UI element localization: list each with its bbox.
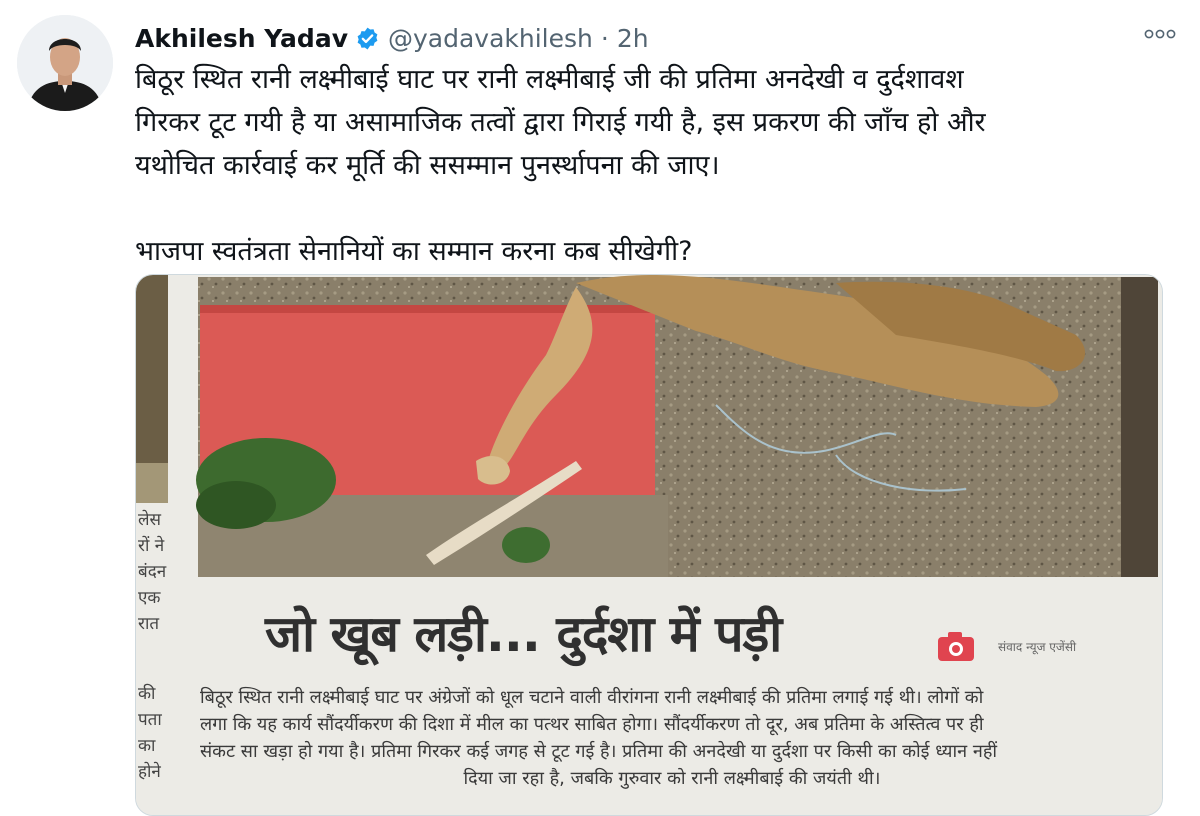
clipping-article: बिठूर स्थित रानी लक्ष्मीबाई घाट पर अंग्र… — [200, 684, 1144, 792]
author-name[interactable]: Akhilesh Yadav — [135, 24, 348, 53]
verified-badge-icon — [355, 26, 380, 51]
side-column-text: की — [138, 684, 156, 704]
article-line: दिया जा रहा है, जबकि गुरुवार को रानी लक्… — [463, 768, 881, 789]
side-column-text: पता — [138, 710, 162, 730]
avatar[interactable] — [17, 15, 113, 111]
side-column-text: एक — [138, 588, 161, 608]
article-line: संकट सा खड़ा हो गया है। प्रतिमा गिरकर कई… — [200, 741, 998, 762]
author-handle[interactable]: @yadavakhilesh — [388, 24, 593, 53]
side-column-text: रात — [138, 614, 160, 634]
side-column-text: बंदन — [138, 562, 167, 582]
separator-dot: · — [600, 23, 609, 53]
side-column-text: का — [138, 736, 156, 756]
clipping-credit: संवाद न्यूज एजेंसी — [998, 640, 1077, 654]
side-column-text: होने — [138, 762, 161, 782]
tweet-timestamp[interactable]: 2h — [617, 24, 649, 53]
tweet-text: बिठूर स्थित रानी लक्ष्मीबाई घाट पर रानी … — [135, 64, 986, 267]
article-line: बिठूर स्थित रानी लक्ष्मीबाई घाट पर अंग्र… — [200, 687, 984, 708]
article-line: लगा कि यह कार्य सौंदर्यीकरण की दिशा में … — [200, 714, 984, 735]
more-options-icon[interactable] — [1142, 22, 1178, 46]
tweet-header: Akhilesh Yadav @yadavakhilesh · 2h — [135, 18, 649, 58]
clipping-headline: जो खूब लड़ी... दुर्दशा में पड़ी — [265, 605, 782, 663]
avatar-image — [17, 15, 113, 111]
side-column-text: लेस — [138, 510, 162, 530]
side-column-text: रों ने — [138, 536, 165, 556]
